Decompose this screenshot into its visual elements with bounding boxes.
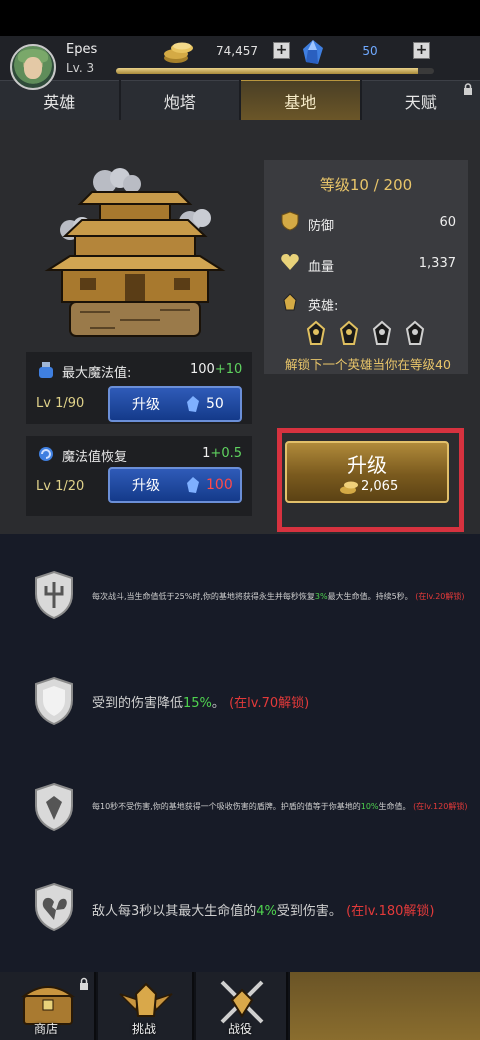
status-bar [0, 0, 480, 36]
shield-broken-heart-icon [35, 882, 73, 932]
gem-count: 50 [362, 44, 378, 58]
skill-unlock-level: (在lv.70解锁) [229, 696, 310, 711]
skill-description: 敌人每3秒以其最大生命值的4%受到伤害。 (在lv.180解锁) [92, 900, 434, 919]
base-castle-image [44, 168, 226, 337]
skill-text: 每次战斗,当生命值低于25%时,你的基地将获得永生并每秒恢复 [92, 592, 315, 601]
blue-gem-icon [187, 477, 199, 493]
tab-base[interactable]: 基地 [241, 80, 360, 120]
tab-label: 基地 [284, 92, 317, 112]
mana-regen-level: Lv 1/20 [36, 479, 85, 494]
shield-icon [35, 676, 73, 726]
skill-description: 每次战斗,当生命值低于25%时,你的基地将获得永生并每秒恢复3%最大生命值。持续… [92, 591, 465, 602]
hero-slot-locked-icon [372, 320, 392, 345]
hero-helmet-icon [283, 293, 297, 311]
stat-bonus: +10 [214, 362, 243, 377]
max-mana-level: Lv 1/90 [36, 396, 85, 411]
tab-label: 天赋 [404, 92, 437, 112]
add-coins-button[interactable]: + [273, 42, 290, 59]
tab-label: 英雄 [43, 92, 76, 112]
shield-icon [281, 211, 299, 231]
skill-text: 每10秒不受伤害,你的基地获得一个吸收伤害的盾牌。护盾的值等于你基地的 [92, 802, 361, 811]
defense-value: 60 [439, 215, 456, 230]
nav-label: 商店 [34, 1022, 59, 1036]
shield-emblem-icon [35, 782, 73, 832]
lock-icon [464, 83, 472, 95]
skill-text-end: 受到伤害。 [276, 904, 342, 919]
tab-heroes[interactable]: 英雄 [0, 80, 119, 120]
nav-upgrades[interactable] [290, 972, 480, 1040]
skill-text-end: 生命值。 [378, 802, 411, 811]
coin-stack-icon [164, 42, 193, 63]
xp-progress-fill [116, 68, 419, 74]
upgrade-cost: 100 [206, 477, 233, 493]
upgrade-cost: 50 [206, 396, 224, 412]
skill-unlock-level: (在lv.20解锁) [415, 592, 465, 601]
hero-slot-locked-icon [405, 320, 425, 345]
max-mana-title: 最大魔法值: [62, 366, 132, 381]
skill-description: 每10秒不受伤害,你的基地获得一个吸收伤害的盾牌。护盾的值等于你基地的10%生命… [92, 801, 467, 812]
skill-unlock-level: (在lv.180解锁) [346, 904, 435, 919]
hero-slot-icon [306, 320, 326, 345]
player-level: Lv. 3 [66, 61, 95, 75]
skill-text: 敌人每3秒以其最大生命值的 [92, 904, 257, 919]
skill-highlight: 10% [360, 802, 379, 811]
upgrade-max-mana-button[interactable]: 升级 50 [108, 386, 242, 422]
shield-trident-icon [35, 570, 73, 620]
tab-label: 炮塔 [163, 92, 196, 112]
blue-gem-icon [303, 40, 323, 64]
upgrade-mana-regen-button[interactable]: 升级 100 [108, 467, 242, 503]
hero-slot-icon [339, 320, 359, 345]
stat-value: 100 [190, 362, 215, 377]
skill-highlight: 15% [183, 696, 212, 711]
coin-count: 74,457 [216, 44, 258, 58]
blue-gem-icon [187, 396, 199, 412]
hp-value: 1,337 [418, 256, 456, 271]
skill-text-end: 。 [211, 696, 225, 711]
hp-label: 血量 [308, 260, 335, 275]
mana-regen-title: 魔法值恢复 [62, 450, 128, 465]
skill-highlight: 3% [314, 592, 328, 601]
mana-regen-icon [39, 447, 53, 461]
nav-label: 战役 [228, 1022, 253, 1036]
player-name: Epes [66, 42, 98, 57]
upgrade-tabs: 英雄 炮塔 基地 天赋 [0, 80, 480, 120]
xp-progress-bar [116, 68, 434, 74]
player-avatar[interactable] [10, 44, 56, 90]
tab-talents[interactable]: 天赋 [361, 80, 480, 120]
heroes-label: 英雄: [308, 299, 339, 314]
avatar-face [24, 57, 42, 79]
defense-label: 防御 [308, 219, 335, 234]
nav-label: 挑战 [132, 1022, 157, 1036]
skill-highlight: 4% [256, 904, 277, 919]
lock-icon [80, 977, 88, 990]
button-label: 升级 [132, 397, 160, 413]
skill-text: 受到的伤害降低 [92, 696, 184, 711]
base-level-title: 等级10 / 200 [319, 176, 413, 194]
mana-regen-value: 1+0.5 [190, 446, 242, 461]
max-mana-value: 100+10 [190, 362, 242, 377]
hero-unlock-text: 解锁下一个英雄当你在等级40 [285, 357, 451, 372]
heart-icon [281, 254, 299, 270]
add-gems-button[interactable]: + [413, 42, 430, 59]
skill-unlock-level: (在lv.120解锁) [413, 802, 468, 811]
highlight-frame [277, 428, 464, 532]
stat-bonus: +0.5 [210, 446, 242, 461]
tab-turrets[interactable]: 炮塔 [120, 80, 239, 120]
button-label: 升级 [132, 478, 160, 494]
skill-description: 受到的伤害降低15%。 (在lv.70解锁) [92, 692, 309, 711]
mana-potion-icon [39, 362, 53, 378]
skill-text-end: 最大生命值。持续5秒。 [327, 592, 413, 601]
